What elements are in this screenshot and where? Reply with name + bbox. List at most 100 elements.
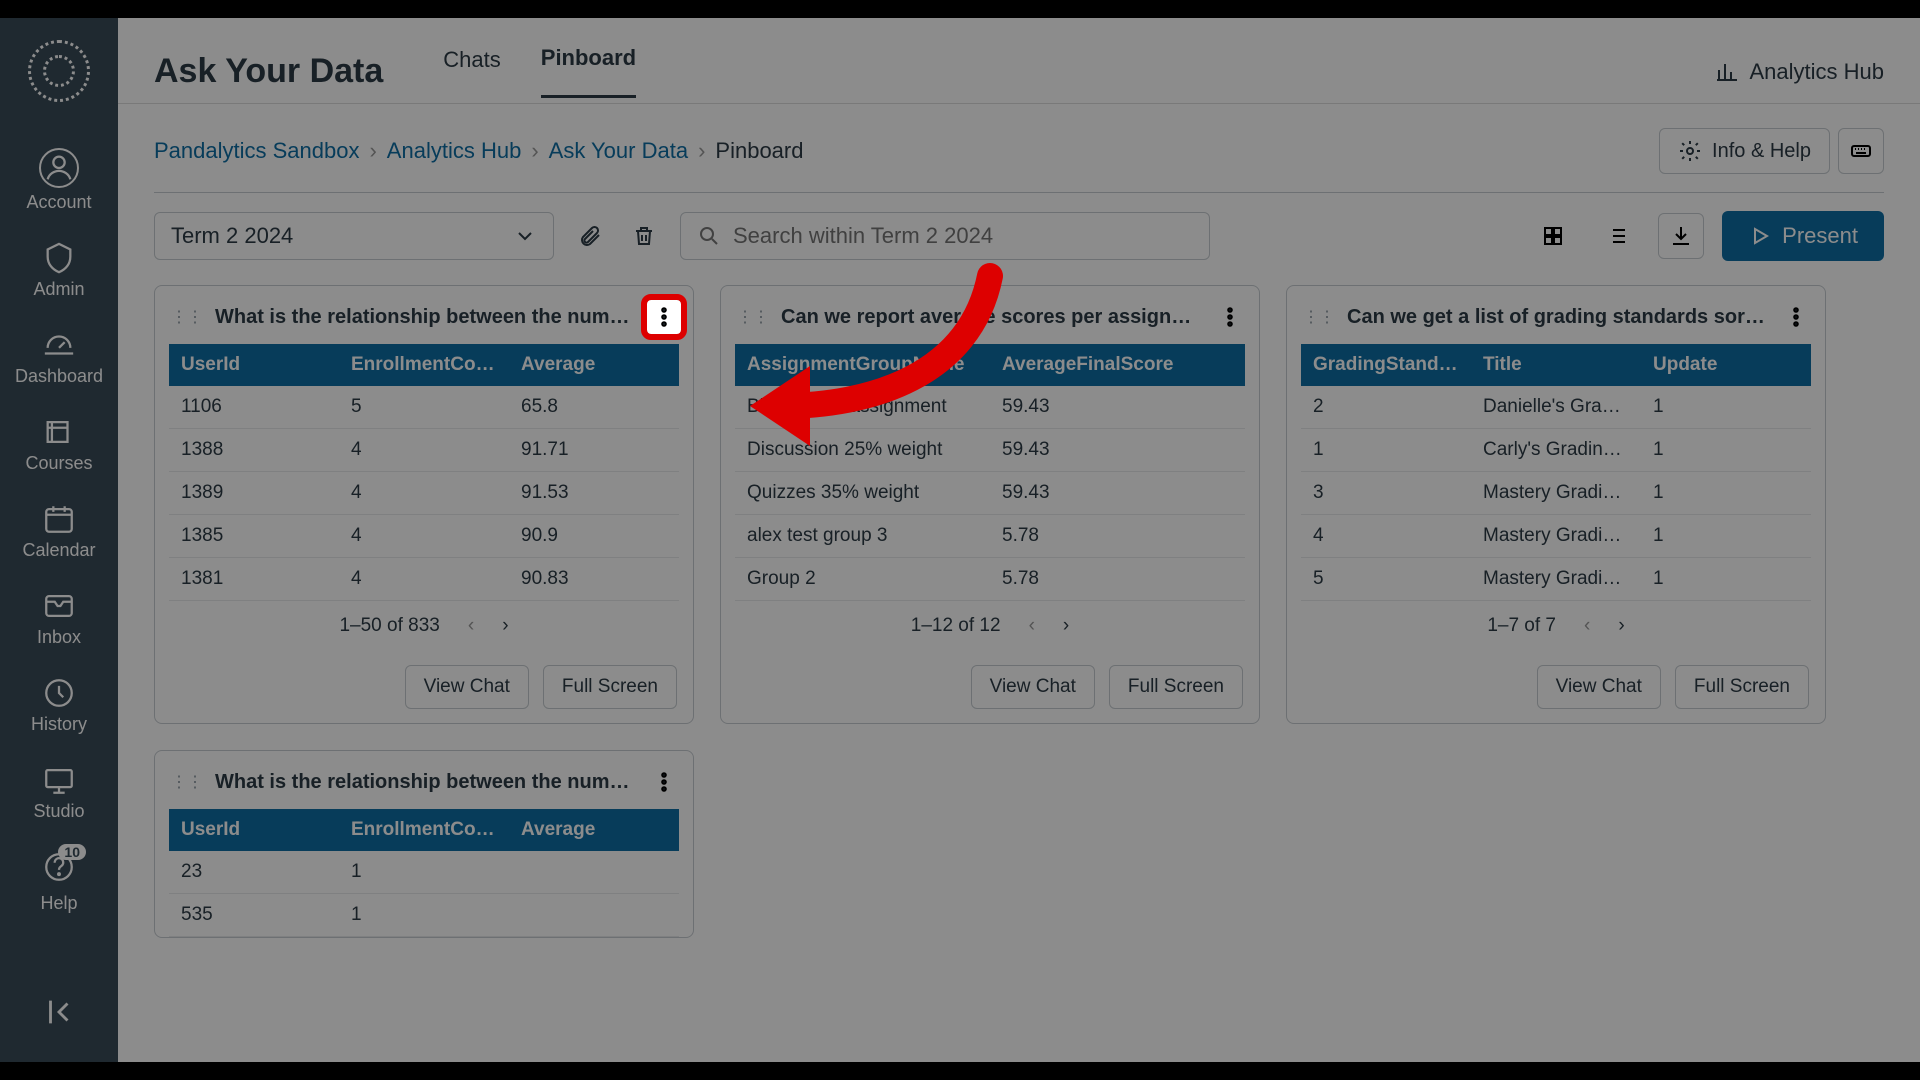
crumb-sandbox[interactable]: Pandalytics Sandbox — [154, 138, 359, 164]
list-view-button[interactable] — [1594, 213, 1640, 259]
pager-next[interactable]: › — [1063, 615, 1069, 637]
nav-label: Studio — [33, 801, 84, 822]
kebab-icon — [652, 770, 676, 794]
paperclip-icon — [578, 224, 602, 248]
kebab-icon — [1218, 305, 1242, 329]
card-title: What is the relationship between the num… — [215, 306, 635, 329]
nav-admin[interactable]: Admin — [0, 229, 118, 312]
nav-inbox[interactable]: Inbox — [0, 577, 118, 660]
breadcrumb: Pandalytics Sandbox› Analytics Hub› Ask … — [154, 138, 803, 164]
play-icon — [1748, 224, 1772, 248]
full-screen-button[interactable]: Full Screen — [543, 665, 677, 709]
drag-handle-icon[interactable]: ⋮⋮ — [737, 307, 769, 327]
nav-label: History — [31, 714, 87, 735]
page-header: Ask Your Data Chats Pinboard Analytics H… — [118, 18, 1920, 104]
pager: 1–12 of 12 ‹ › — [721, 601, 1259, 651]
table-row: 1385490.9 — [169, 515, 679, 558]
pager-range: 1–50 of 833 — [339, 615, 439, 637]
nav-label: Admin — [33, 279, 84, 300]
pager-prev[interactable]: ‹ — [1029, 615, 1035, 637]
keyboard-shortcuts-button[interactable] — [1838, 128, 1884, 174]
card-menu-button[interactable] — [647, 300, 681, 334]
drag-handle-icon[interactable]: ⋮⋮ — [1303, 307, 1335, 327]
column-header: Average — [509, 344, 679, 386]
nav-studio[interactable]: Studio — [0, 751, 118, 834]
analytics-hub-link[interactable]: Analytics Hub — [1715, 59, 1884, 85]
table-row: alex test group 35.78 — [735, 515, 1245, 558]
pager: 1–7 of 7 ‹ › — [1287, 601, 1825, 651]
table-row: Discussion 25% weight59.43 — [735, 429, 1245, 472]
column-header: EnrollmentCount — [339, 344, 509, 386]
nav-label: Account — [26, 192, 91, 213]
column-header: UserId — [169, 809, 339, 851]
trash-icon — [632, 224, 656, 248]
present-button[interactable]: Present — [1722, 211, 1884, 261]
grid-view-button[interactable] — [1530, 213, 1576, 259]
table-row: Group 25.78 — [735, 558, 1245, 601]
kebab-icon — [652, 305, 676, 329]
view-chat-button[interactable]: View Chat — [1537, 665, 1661, 709]
crumb-analytics-hub[interactable]: Analytics Hub — [387, 138, 522, 164]
nav-history[interactable]: History — [0, 664, 118, 747]
chevron-down-icon — [513, 224, 537, 248]
app-title: Ask Your Data — [154, 52, 383, 91]
pager-next[interactable]: › — [502, 615, 508, 637]
table-row: 3Mastery Grading Scheme1 — [1301, 472, 1811, 515]
tab-pinboard[interactable]: Pinboard — [541, 45, 636, 98]
gear-icon — [1678, 139, 1702, 163]
collapse-nav-icon[interactable] — [42, 995, 76, 1034]
search-input[interactable] — [733, 223, 1193, 249]
pinboard-card: ⋮⋮ Can we get a list of grading standard… — [1286, 285, 1826, 724]
nav-label: Calendar — [22, 540, 95, 561]
info-help-button[interactable]: Info & Help — [1659, 128, 1830, 174]
pinboard-toolbar: Term 2 2024 — [118, 193, 1920, 279]
crumb-ask-your-data[interactable]: Ask Your Data — [549, 138, 688, 164]
delete-button[interactable] — [626, 218, 662, 254]
pager-next[interactable]: › — [1618, 615, 1624, 637]
list-icon — [1605, 224, 1629, 248]
nav-courses[interactable]: Courses — [0, 403, 118, 486]
pager-range: 1–7 of 7 — [1487, 615, 1556, 637]
nav-calendar[interactable]: Calendar — [0, 490, 118, 573]
view-chat-button[interactable]: View Chat — [405, 665, 529, 709]
tab-chats[interactable]: Chats — [443, 47, 500, 97]
column-header: Title — [1471, 344, 1641, 386]
card-title: Can we report average scores per assignm… — [781, 306, 1201, 329]
nav-dashboard[interactable]: Dashboard — [0, 316, 118, 399]
table-row: Quizzes 35% weight59.43 — [735, 472, 1245, 515]
card-title: What is the relationship between the num… — [215, 771, 635, 794]
nav-account[interactable]: Account — [0, 136, 118, 225]
full-screen-button[interactable]: Full Screen — [1675, 665, 1809, 709]
drag-handle-icon[interactable]: ⋮⋮ — [171, 307, 203, 327]
pinboard-card: ⋮⋮ What is the relationship between the … — [154, 285, 694, 724]
table-row: 1Carly's Grading Scheme1 — [1301, 429, 1811, 472]
card-menu-button[interactable] — [647, 765, 681, 799]
full-screen-button[interactable]: Full Screen — [1109, 665, 1243, 709]
pinboard-card: ⋮⋮ Can we report average scores per assi… — [720, 285, 1260, 724]
nav-label: Help — [40, 893, 77, 914]
help-badge: 10 — [58, 844, 86, 860]
nav-label: Courses — [25, 453, 92, 474]
view-chat-button[interactable]: View Chat — [971, 665, 1095, 709]
pager: 1–50 of 833 ‹ › — [155, 601, 693, 651]
pinboard-search[interactable] — [680, 212, 1210, 260]
nav-help[interactable]: 10 Help — [0, 838, 118, 926]
card-menu-button[interactable] — [1779, 300, 1813, 334]
pinboard-cards: ⋮⋮ What is the relationship between the … — [118, 279, 1920, 974]
attach-button[interactable] — [572, 218, 608, 254]
drag-handle-icon[interactable]: ⋮⋮ — [171, 772, 203, 792]
table-row: 231 — [169, 851, 679, 894]
download-icon — [1669, 224, 1693, 248]
card-menu-button[interactable] — [1213, 300, 1247, 334]
column-header: Update — [1641, 344, 1811, 386]
keyboard-icon — [1849, 139, 1873, 163]
download-button[interactable] — [1658, 213, 1704, 259]
pager-prev[interactable]: ‹ — [1584, 615, 1590, 637]
column-header: Average — [509, 809, 679, 851]
table-row: 1389491.53 — [169, 472, 679, 515]
term-selector[interactable]: Term 2 2024 — [154, 212, 554, 260]
column-header: EnrollmentCount — [339, 809, 509, 851]
column-header: AverageFinalScore — [990, 344, 1245, 386]
column-header: GradingStandardId — [1301, 344, 1471, 386]
pager-prev[interactable]: ‹ — [468, 615, 474, 637]
